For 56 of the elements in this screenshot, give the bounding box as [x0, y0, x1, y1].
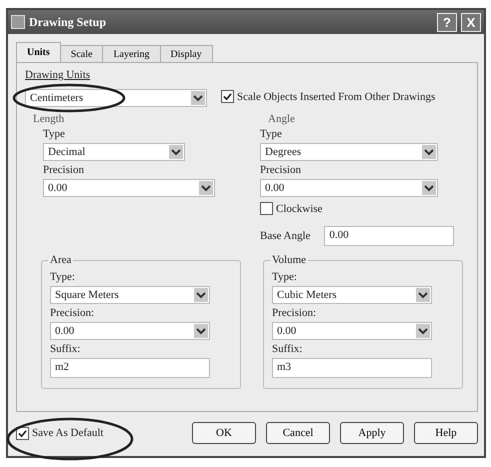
dropdown[interactable]: Centimeters	[25, 89, 207, 107]
checkbox-label: Clockwise	[276, 202, 322, 214]
checkbox[interactable]	[221, 90, 234, 103]
group-title: Volume	[270, 254, 308, 266]
chevron-down-icon	[191, 91, 205, 105]
checkmark-icon	[223, 92, 232, 101]
window-icon	[11, 15, 25, 29]
dropdown[interactable]: Degrees	[260, 143, 438, 161]
group-title: Angle	[267, 113, 296, 125]
field-label: Base Angle	[260, 230, 310, 242]
dialog-button[interactable]: Help	[414, 422, 478, 444]
checkbox-label: Scale Objects Inserted From Other Drawings	[237, 90, 436, 102]
chevron-down-icon	[199, 181, 213, 195]
chevron-down-icon	[194, 324, 208, 338]
field-label: Precision	[260, 164, 302, 176]
dropdown[interactable]: Decimal	[43, 143, 185, 161]
dropdown[interactable]: 0.00	[50, 322, 210, 340]
suffix-field[interactable]: m3	[272, 358, 432, 378]
checkbox-label: Save As Default	[32, 427, 104, 439]
field-label: Suffix:	[272, 343, 304, 355]
dropdown[interactable]: Square Meters	[50, 286, 210, 304]
chevron-down-icon	[422, 181, 436, 195]
dialog-button[interactable]: Cancel	[266, 422, 330, 444]
field-label: Precision:	[50, 307, 95, 319]
group-title: Length	[32, 113, 66, 125]
chevron-down-icon	[194, 288, 208, 302]
dropdown[interactable]: Cubic Meters	[272, 286, 432, 304]
chevron-down-icon	[416, 288, 430, 302]
help-button[interactable]: ?	[437, 12, 457, 32]
field-label: Drawing Units	[25, 69, 90, 81]
field-label: Type:	[50, 271, 76, 283]
field-label: Precision	[43, 164, 85, 176]
field-label: Type:	[272, 271, 298, 283]
dropdown[interactable]: 0.00	[43, 179, 215, 197]
window-title: Drawing Setup	[29, 14, 106, 30]
field-label: Suffix:	[50, 343, 82, 355]
chevron-down-icon	[169, 145, 183, 159]
checkbox[interactable]	[260, 202, 273, 215]
dropdown[interactable]: 0.00	[272, 322, 432, 340]
close-button[interactable]: X	[461, 12, 481, 32]
chevron-down-icon	[422, 145, 436, 159]
tab[interactable]: Layering	[102, 45, 161, 62]
dropdown[interactable]: 0.00	[260, 179, 438, 197]
suffix-field[interactable]: m2	[50, 358, 210, 378]
chevron-down-icon	[416, 324, 430, 338]
field-label: Type	[260, 128, 283, 140]
dialog-button[interactable]: OK	[192, 422, 256, 444]
tab[interactable]: Display	[160, 45, 213, 62]
tab[interactable]: Units	[16, 42, 61, 62]
field-label: Precision:	[272, 307, 317, 319]
group-title: Area	[48, 254, 74, 266]
tab[interactable]: Scale	[60, 45, 104, 62]
checkmark-icon	[18, 428, 27, 438]
dialog-button[interactable]: Apply	[340, 422, 404, 444]
field-label: Type	[43, 128, 66, 140]
base-angle-field[interactable]: 0.00	[324, 226, 454, 246]
